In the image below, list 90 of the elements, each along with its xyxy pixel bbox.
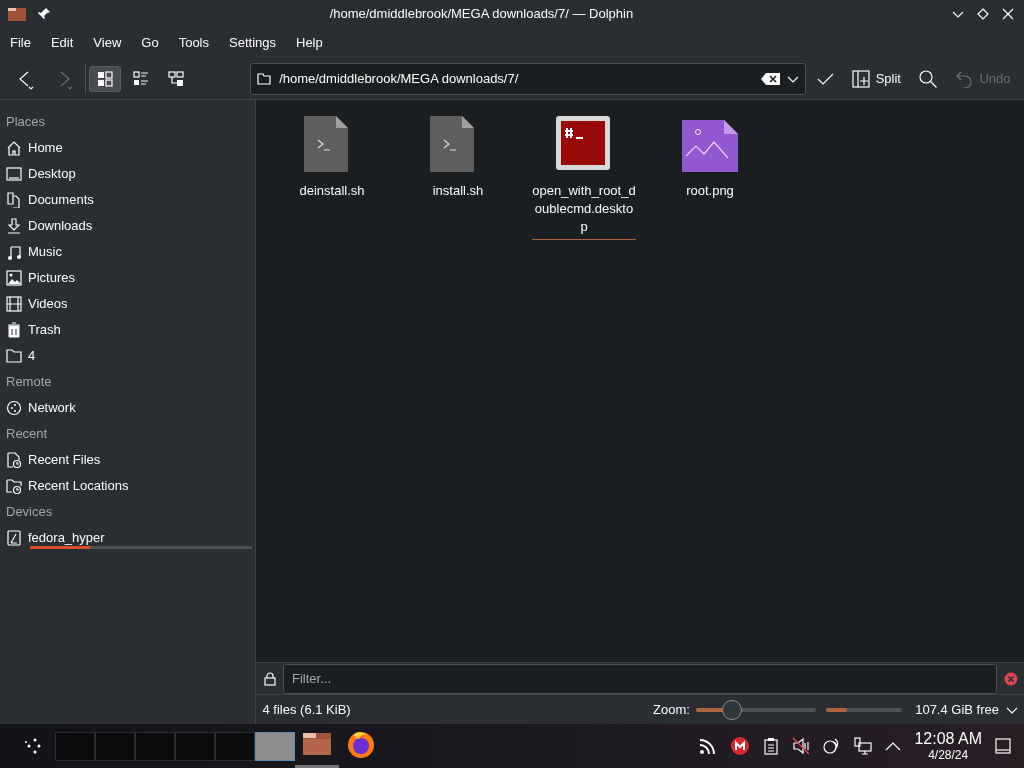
sidebar-label: Downloads <box>28 217 93 236</box>
tree-view-icon <box>166 69 185 88</box>
grid-view-icon <box>96 69 115 88</box>
split-view-icon <box>851 69 870 88</box>
sidebar-label: Videos <box>28 295 68 314</box>
music-note-icon <box>6 244 22 260</box>
menu-item[interactable]: Go <box>131 28 169 58</box>
sidebar-item[interactable]: Home <box>0 135 255 161</box>
location-bar[interactable]: /home/dmiddlebrook/MEGA downloads/7/ <box>250 62 807 95</box>
cloud-sync-icon[interactable] <box>730 736 751 756</box>
menu-item[interactable]: Help <box>286 28 333 58</box>
lock-icon[interactable] <box>262 671 277 686</box>
recent-file-icon <box>6 452 22 468</box>
menu-item[interactable]: Edit <box>40 28 84 58</box>
sidebar-label: Music <box>28 243 62 262</box>
section-heading: Recent <box>5 425 49 443</box>
sidebar-label: Documents <box>28 191 94 210</box>
file-name[interactable]: open_with_root_doublecmd.desktop <box>532 182 636 240</box>
expand-tray-icon[interactable] <box>885 740 902 752</box>
sidebar-label: Home <box>28 139 63 158</box>
download-icon <box>6 218 22 234</box>
home-icon <box>6 140 22 156</box>
sidebar-item[interactable]: Trash <box>0 317 255 343</box>
drive-icon <box>6 530 22 546</box>
status-text: 4 files (6.1 KiB) <box>262 700 351 719</box>
section-heading: Places <box>5 113 47 131</box>
menu-item[interactable]: Tools <box>168 28 219 58</box>
location-field[interactable]: /home/dmiddlebrook/MEGA downloads/7/ <box>277 67 756 90</box>
clipboard-icon[interactable] <box>763 737 780 755</box>
app-folder-icon <box>6 6 27 22</box>
close-icon[interactable] <box>1002 8 1015 20</box>
sidebar-label: Pictures <box>28 269 75 288</box>
sidebar-item[interactable]: 4 <box>0 343 255 369</box>
zoom-label: Zoom: <box>653 700 690 719</box>
free-space-text: 107.4 GiB free <box>915 700 999 719</box>
sidebar-item[interactable]: Downloads <box>0 213 255 239</box>
sidebar-label: Recent Locations <box>28 477 129 496</box>
sidebar-item[interactable]: Recent Locations <box>0 473 255 499</box>
section-heading: Remote <box>5 373 53 391</box>
feed-icon[interactable] <box>699 737 718 755</box>
sidebar-item[interactable]: Documents <box>0 187 255 213</box>
muted-speaker-icon[interactable] <box>792 737 811 755</box>
view-mode-button[interactable] <box>89 65 122 92</box>
menu-item[interactable]: File <box>0 28 41 58</box>
zoom-slider[interactable] <box>696 698 817 721</box>
clock[interactable]: 12:08 AM 4/28/24 <box>914 731 982 761</box>
filter-field[interactable]: Filter... <box>283 663 997 694</box>
folder-icon <box>6 348 22 364</box>
maximize-icon[interactable] <box>977 8 990 20</box>
recent-folder-icon <box>6 478 22 494</box>
sidebar-label: Desktop <box>28 165 76 184</box>
sidebar-label: Recent Files <box>28 451 101 470</box>
folder-icon <box>257 72 272 85</box>
sidebar-item[interactable]: Pictures <box>0 265 255 291</box>
sidebar-item[interactable]: Videos <box>0 291 255 317</box>
undo-arrow-icon <box>955 69 974 88</box>
monitor-icon <box>6 166 22 182</box>
clock-time: 12:08 AM <box>914 731 982 747</box>
list-view-icon <box>131 69 150 88</box>
file-name[interactable]: root.png <box>670 182 750 203</box>
search-icon <box>918 68 939 89</box>
sidebar-item[interactable]: Recent Files <box>0 447 255 473</box>
sidebar-label: fedora_hyper <box>28 529 105 548</box>
trash-icon <box>6 322 22 338</box>
pin-icon[interactable] <box>36 7 51 21</box>
file-name[interactable]: install.sh <box>418 182 498 203</box>
show-desktop-icon[interactable] <box>995 738 1011 754</box>
file-name[interactable]: deinstall.sh <box>292 182 372 203</box>
network-icon <box>6 400 22 416</box>
menu-item[interactable]: Settings <box>219 28 286 58</box>
launcher-icon[interactable] <box>22 736 43 756</box>
split-button[interactable]: Split <box>844 64 908 93</box>
slider-handle[interactable] <box>722 699 743 720</box>
film-icon <box>6 296 22 312</box>
section-heading: Devices <box>5 503 54 521</box>
desktop-pager[interactable] <box>254 731 295 761</box>
clock-date: 4/28/24 <box>928 749 969 761</box>
picture-icon <box>6 270 22 286</box>
clear-icon[interactable] <box>761 71 782 86</box>
sidebar-item[interactable]: Network <box>0 395 255 421</box>
network-wired-icon[interactable] <box>854 737 873 755</box>
sidebar-label: Trash <box>28 321 61 340</box>
documents-icon <box>6 192 22 208</box>
sidebar-item[interactable]: Desktop <box>0 161 255 187</box>
sidebar-label: 4 <box>28 347 36 366</box>
sidebar-label: Network <box>28 399 76 418</box>
sidebar-item[interactable]: fedora_hyper <box>0 525 255 551</box>
window-title: /home/dmiddlebrook/MEGA downloads/7/ — Dolphin <box>328 5 635 24</box>
sidebar-item[interactable]: Music <box>0 239 255 265</box>
menu-item[interactable]: View <box>83 28 132 58</box>
